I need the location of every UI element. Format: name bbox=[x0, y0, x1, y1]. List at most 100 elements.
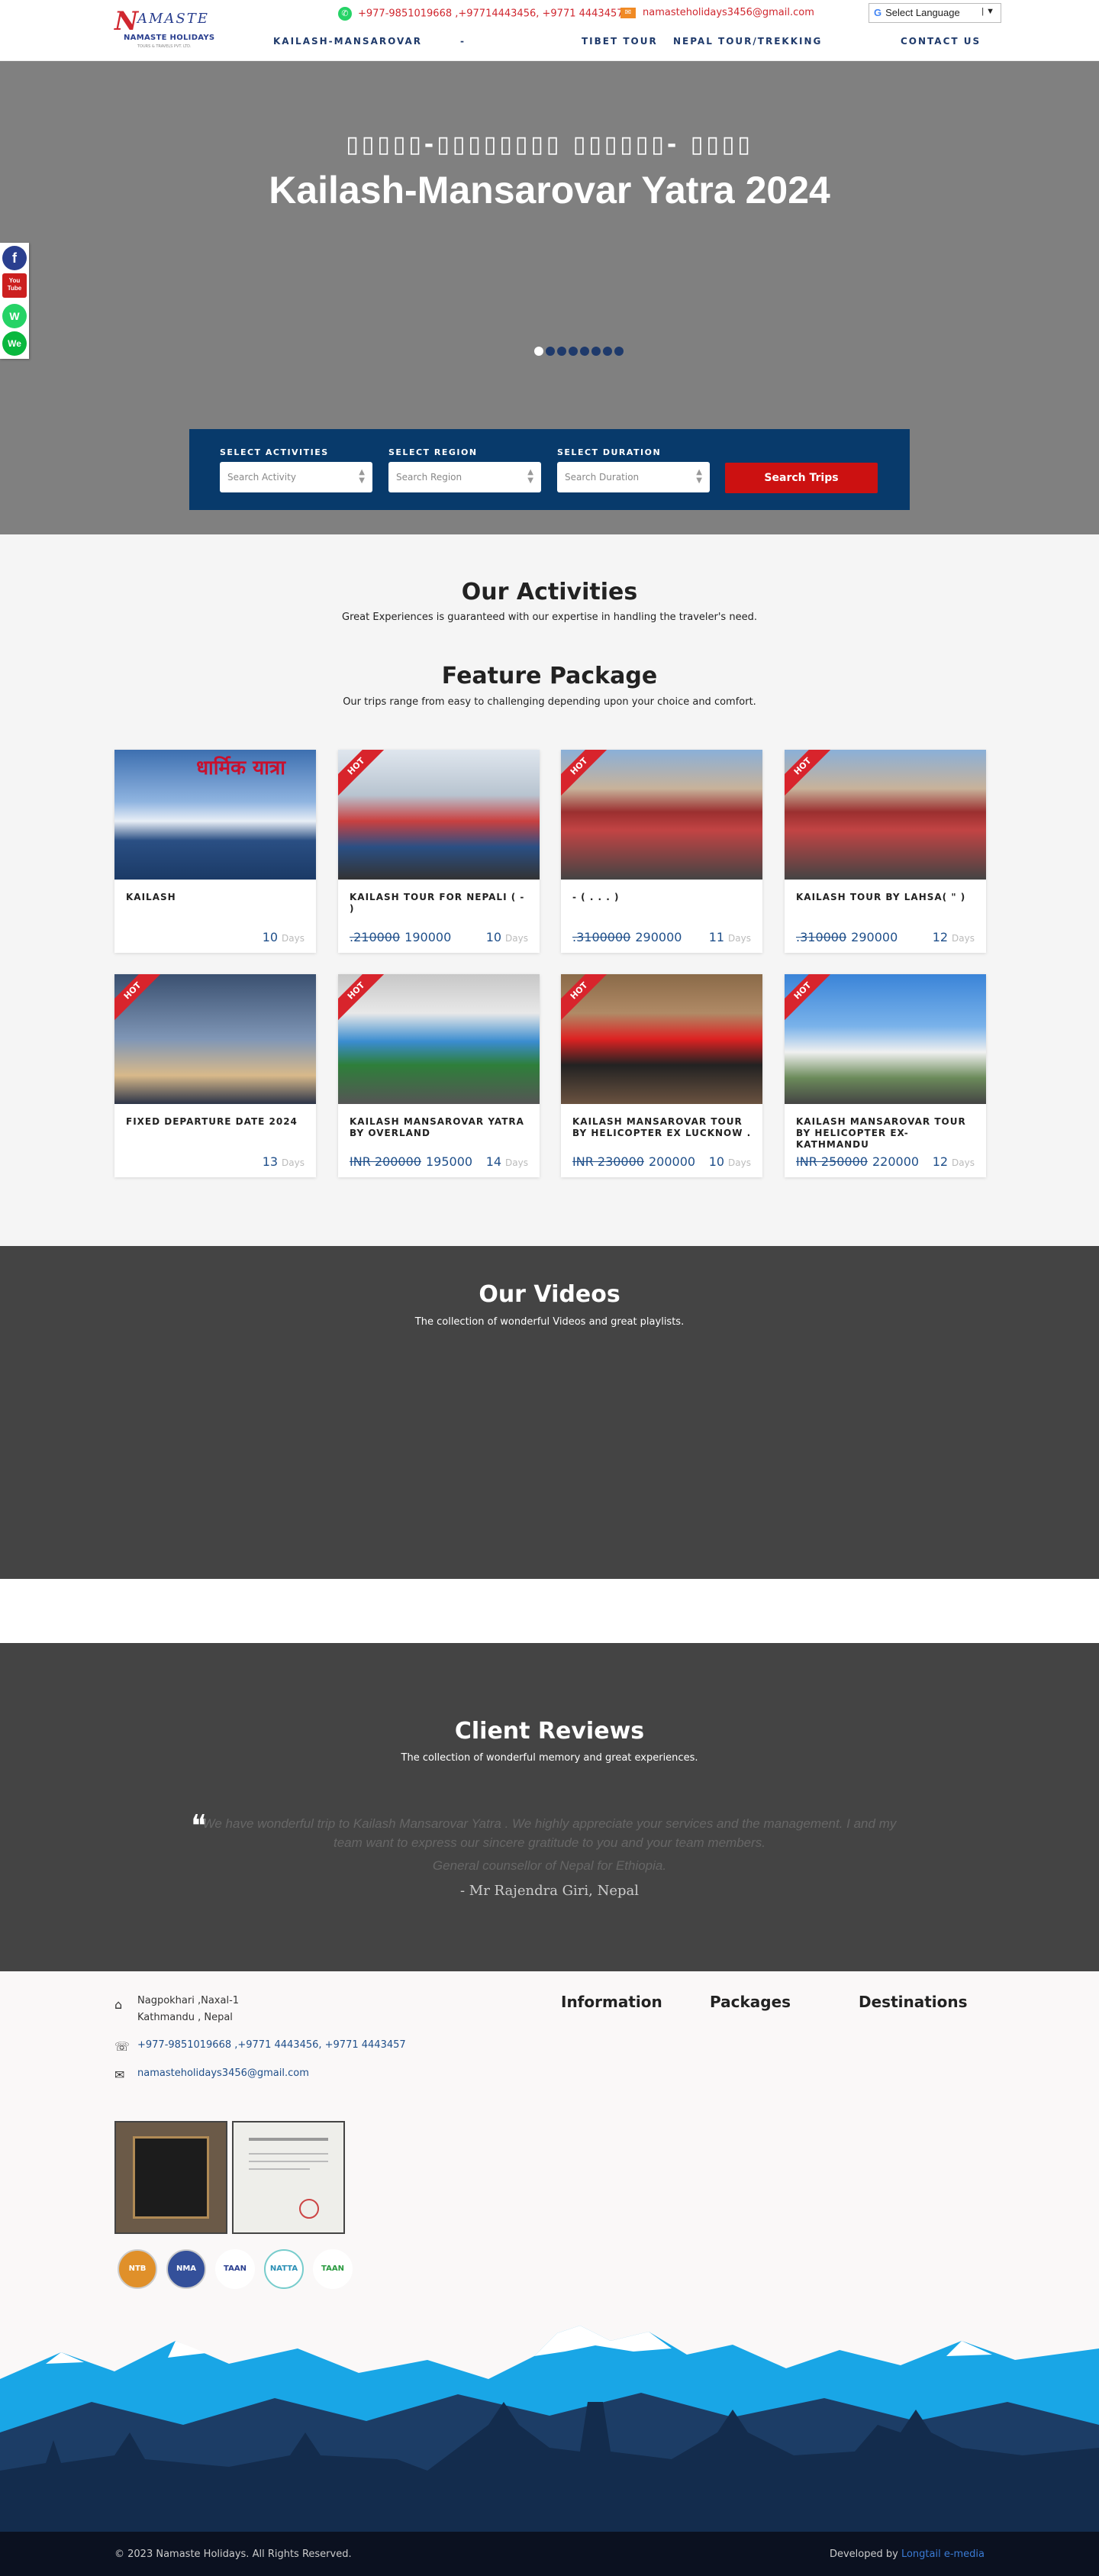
duration-value: 12 bbox=[932, 930, 949, 944]
developer-link[interactable]: Longtail e-media bbox=[901, 2549, 985, 2560]
nav-nepal-tour-trekking[interactable]: NEPAL TOUR/TREKKING bbox=[673, 36, 822, 47]
logo-brand: NAMASTE HOLIDAYS bbox=[124, 34, 215, 42]
updown-icon: ▲ ▼ bbox=[527, 468, 533, 485]
updown-icon: ▲ ▼ bbox=[696, 468, 702, 485]
package-title[interactable]: - ( . . . ) bbox=[572, 892, 756, 903]
videos-subtitle: The collection of wonderful Videos and g… bbox=[414, 1316, 685, 1328]
package-card[interactable]: HOT - ( . . . ) .3100000 290000 11 Days bbox=[561, 750, 762, 953]
duration-value: 10 bbox=[708, 1154, 725, 1169]
social-sidebar: f You Tube W We bbox=[0, 243, 29, 359]
slider-dot[interactable] bbox=[546, 347, 555, 356]
taan-logo: TAAN bbox=[215, 2249, 255, 2289]
nav-separator[interactable]: - bbox=[460, 36, 466, 47]
duration-unit: Days bbox=[282, 1157, 305, 1168]
old-price: .3100000 bbox=[572, 930, 631, 944]
package-title[interactable]: KAILASH MANSAROVAR TOUR BY HELICOPTER EX… bbox=[796, 1116, 979, 1151]
himalaya-skyline-illustration bbox=[0, 2326, 1099, 2532]
hot-ribbon: HOT bbox=[561, 974, 612, 1024]
activity-placeholder: Search Activity bbox=[227, 472, 296, 483]
package-card[interactable]: HOT KAILASH MANSAROVAR TOUR BY HELICOPTER… bbox=[561, 974, 762, 1177]
slider-dot[interactable] bbox=[614, 347, 624, 356]
duration-value: 12 bbox=[932, 1154, 949, 1169]
language-select[interactable]: G Select Language | ▼ bbox=[869, 3, 1001, 23]
package-photo[interactable]: HOT bbox=[785, 974, 986, 1104]
duration-value: 14 bbox=[485, 1154, 502, 1169]
header-phone-text: +977-9851019668 ,+97714443456, +9771 444… bbox=[358, 8, 624, 20]
package-card[interactable]: धार्मिक यात्रा KAILASH 10 Days bbox=[114, 750, 316, 953]
nav-contact-us[interactable]: CONTACT US bbox=[901, 36, 981, 47]
site-logo[interactable]: N AMASTE NAMASTE HOLIDAYS TOURS & TRAVEL… bbox=[114, 6, 229, 52]
package-photo[interactable]: HOT bbox=[114, 974, 316, 1104]
duration-select[interactable]: Search Duration ▲ ▼ bbox=[557, 462, 710, 492]
package-title[interactable]: KAILASH MANSAROVAR TOUR BY HELICOPTER EX… bbox=[572, 1116, 756, 1139]
ntb-logo: NTB bbox=[118, 2249, 157, 2289]
facebook-icon[interactable]: f bbox=[2, 246, 27, 270]
developer-credit: Developed by Longtail e-media bbox=[830, 2549, 985, 2560]
package-price: INR 250000 220000 bbox=[796, 1154, 919, 1169]
slider-dot[interactable] bbox=[557, 347, 566, 356]
package-title[interactable]: KAILASH TOUR FOR NEPALI ( - ) bbox=[350, 892, 533, 915]
duration-unit: Days bbox=[728, 933, 751, 944]
slider-dot[interactable] bbox=[569, 347, 578, 356]
logo-tagline: TOURS & TRAVELS PVT. LTD. bbox=[137, 44, 192, 49]
package-card[interactable]: HOT KAILASH TOUR FOR NEPALI ( - ) .210000 1… bbox=[338, 750, 540, 953]
activity-select[interactable]: Search Activity ▲ ▼ bbox=[220, 462, 372, 492]
package-photo[interactable]: HOT bbox=[561, 750, 762, 880]
wechat-icon[interactable]: We bbox=[2, 331, 27, 356]
hero-title: Kailash-Mansarovar Yatra 2024 bbox=[269, 169, 830, 211]
chevron-down-icon: | ▼ bbox=[981, 7, 994, 16]
slider-dot[interactable] bbox=[534, 347, 543, 356]
package-card[interactable]: HOT FIXED DEPARTURE DATE 2024 13 Days bbox=[114, 974, 316, 1177]
packages-title: Feature Package bbox=[441, 663, 658, 689]
updown-icon: ▲ ▼ bbox=[359, 468, 365, 485]
package-duration: 14 Days bbox=[486, 1154, 528, 1169]
duration-value: 10 bbox=[262, 930, 279, 944]
package-title[interactable]: KAILASH bbox=[126, 892, 309, 903]
new-price: 190000 bbox=[404, 930, 452, 944]
package-duration: 11 Days bbox=[709, 930, 751, 944]
slider-dot[interactable] bbox=[603, 347, 612, 356]
package-duration: 10 Days bbox=[486, 930, 528, 944]
hot-ribbon: HOT bbox=[785, 750, 836, 799]
old-price: INR 200000 bbox=[350, 1154, 421, 1169]
copyright-bar: © 2023 Namaste Holidays. All Rights Rese… bbox=[0, 2532, 1099, 2576]
package-card[interactable]: HOT KAILASH MANSAROVAR TOUR BY HELICOPTER… bbox=[785, 974, 986, 1177]
package-duration: 10 Days bbox=[709, 1154, 751, 1169]
search-trips-button[interactable]: Search Trips bbox=[725, 463, 878, 493]
whatsapp-icon[interactable]: W bbox=[2, 304, 27, 328]
copyright-text: © 2023 Namaste Holidays. All Rights Rese… bbox=[114, 2549, 352, 2560]
package-photo[interactable]: HOT bbox=[785, 750, 986, 880]
package-card[interactable]: HOT KAILASH MANSAROVAR YATRA BY OVERLAND I… bbox=[338, 974, 540, 1177]
youtube-icon[interactable]: You Tube bbox=[2, 273, 27, 298]
award-certificate-image bbox=[114, 2121, 227, 2234]
header-email[interactable]: ✉ namasteholidays3456@gmail.com bbox=[620, 7, 814, 18]
trip-search-form: SELECT ACTIVITIES Search Activity ▲ ▼ SELE… bbox=[189, 429, 910, 510]
region-select[interactable]: Search Region ▲ ▼ bbox=[388, 462, 541, 492]
package-photo[interactable]: HOT bbox=[338, 974, 540, 1104]
slider-dots bbox=[534, 344, 626, 356]
slider-dot[interactable] bbox=[591, 347, 601, 356]
footer-phone[interactable]: +977-9851019668 ,+9771 4443456, +9771 44… bbox=[137, 2037, 406, 2054]
package-title[interactable]: KAILASH MANSAROVAR YATRA BY OVERLAND bbox=[350, 1116, 533, 1139]
package-photo[interactable]: HOT bbox=[561, 974, 762, 1104]
nav-tibet-tour[interactable]: TIBET TOUR bbox=[582, 36, 658, 47]
package-photo[interactable]: HOT bbox=[338, 750, 540, 880]
logo-word: AMASTE bbox=[137, 11, 209, 27]
header-phone[interactable]: ✆ +977-9851019668 ,+97714443456, +9771 44… bbox=[338, 7, 624, 21]
package-title[interactable]: FIXED DEPARTURE DATE 2024 bbox=[126, 1116, 309, 1128]
slider-dot[interactable] bbox=[580, 347, 589, 356]
nav-kailash-mansarovar[interactable]: KAILASH-MANSAROVAR bbox=[273, 36, 422, 47]
hot-ribbon: HOT bbox=[338, 974, 389, 1024]
footer-email[interactable]: namasteholidays3456@gmail.com bbox=[137, 2065, 309, 2082]
new-price: 220000 bbox=[872, 1154, 920, 1169]
old-price: .310000 bbox=[796, 930, 847, 944]
package-photo[interactable]: धार्मिक यात्रा bbox=[114, 750, 316, 880]
reviews-section: Client Reviews The collection of wonderf… bbox=[0, 1643, 1099, 1971]
package-card[interactable]: HOT KAILASH TOUR BY LAHSA( " ) .310000 2900… bbox=[785, 750, 986, 953]
package-duration: 12 Days bbox=[933, 1154, 975, 1169]
region-label: SELECT REGION bbox=[388, 447, 478, 457]
package-title[interactable]: KAILASH TOUR BY LAHSA( " ) bbox=[796, 892, 979, 903]
reviews-title: Client Reviews bbox=[454, 1718, 645, 1745]
reviews-subtitle: The collection of wonderful memory and g… bbox=[401, 1752, 698, 1764]
site-footer: ⌂ Nagpokhari ,Naxal-1 Kathmandu , Nepal ☏… bbox=[0, 1971, 1099, 2576]
